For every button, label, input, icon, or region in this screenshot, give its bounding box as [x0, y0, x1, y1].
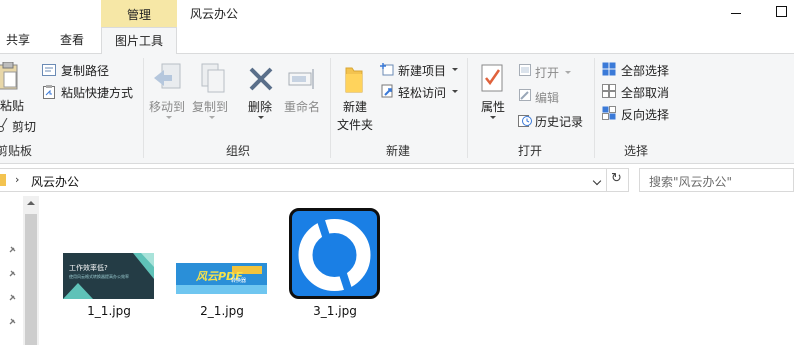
copy-to-button[interactable]: 复制到: [192, 98, 228, 115]
thumbnail-text: 工作效率低?: [69, 264, 108, 272]
tab-share[interactable]: 共享: [0, 27, 36, 54]
rename-icon: [288, 68, 318, 90]
move-to-button[interactable]: 移动到: [149, 98, 185, 115]
copy-path-button[interactable]: 复制路径: [61, 62, 109, 79]
edit-button[interactable]: 编辑: [535, 89, 559, 106]
clipboard-group-label: 剪贴板: [0, 144, 32, 158]
scissors-icon: [0, 117, 8, 132]
pin-icon[interactable]: [8, 270, 16, 278]
ribbon: 粘贴 复制路径 粘贴快捷方式 剪切 剪贴板 移动到 复制到 删除 重命名 组织 …: [0, 54, 794, 164]
folder-icon: [0, 174, 6, 186]
context-tab-group: 管理: [101, 0, 177, 27]
select-all-button[interactable]: 全部选择: [621, 62, 669, 79]
organize-group-label: 组织: [225, 144, 250, 158]
open-icon: [519, 64, 531, 76]
paste-button[interactable]: 粘贴: [0, 97, 24, 114]
new-item-button[interactable]: 新建项目: [398, 62, 446, 79]
new-folder-button-line1[interactable]: 新建: [343, 98, 367, 115]
paste-icon: [0, 61, 20, 92]
refresh-icon: ↻: [611, 171, 622, 186]
invert-selection-button[interactable]: 反向选择: [621, 106, 669, 123]
file-thumbnail-2[interactable]: 风云PDF 转换器: [176, 263, 267, 294]
easy-access-button[interactable]: 轻松访问: [398, 84, 446, 101]
chevron-down-icon: [452, 90, 458, 93]
tab-view[interactable]: 查看: [52, 27, 92, 54]
nav-scrollbar[interactable]: [23, 196, 39, 345]
chevron-down-icon: [258, 116, 264, 119]
thumbnail-text: 转换器: [231, 278, 247, 284]
ribbon-tab-row: 共享 查看 图片工具: [0, 27, 794, 55]
pin-icon[interactable]: [8, 318, 16, 326]
context-group-label: 管理: [126, 8, 151, 22]
search-input[interactable]: 搜索"风云办公": [639, 168, 794, 192]
chevron-down-icon: [166, 116, 172, 119]
chevron-down-icon: [452, 68, 458, 71]
new-folder-button-line2[interactable]: 文件夹: [337, 116, 373, 133]
copy-to-icon: [198, 62, 230, 96]
open-group-label: 打开: [517, 144, 542, 158]
open-button[interactable]: 打开: [535, 64, 559, 81]
paste-shortcut-button[interactable]: 粘贴快捷方式: [61, 84, 133, 101]
chevron-down-icon: [490, 116, 496, 119]
move-to-icon: [152, 62, 184, 96]
file-name[interactable]: 2_1.jpg: [174, 304, 270, 318]
chevron-down-icon: [209, 116, 215, 119]
scroll-up-icon[interactable]: [27, 201, 35, 205]
minimize-button[interactable]: [730, 5, 744, 19]
new-group-label: 新建: [385, 144, 410, 158]
maximize-button[interactable]: [776, 6, 787, 17]
history-icon: [518, 113, 532, 127]
pin-icon[interactable]: [8, 294, 16, 302]
delete-icon: [248, 66, 274, 92]
delete-button[interactable]: 删除: [248, 98, 272, 115]
refresh-button[interactable]: ↻: [607, 168, 629, 192]
paste-shortcut-icon: [43, 85, 55, 99]
cut-button[interactable]: 剪切: [12, 118, 36, 135]
file-thumbnail-3[interactable]: [289, 208, 380, 299]
tab-picture-tools[interactable]: 图片工具: [101, 27, 177, 55]
title-bar: 管理 风云办公: [0, 0, 794, 30]
pin-icon[interactable]: [8, 246, 16, 254]
file-name[interactable]: 1_1.jpg: [61, 304, 157, 318]
new-folder-icon: [345, 64, 363, 94]
select-none-icon: [602, 84, 616, 98]
window-title: 风云办公: [190, 7, 239, 21]
separator: [143, 58, 144, 158]
select-all-icon: [602, 62, 616, 76]
file-name[interactable]: 3_1.jpg: [287, 304, 383, 318]
navigation-pane: [0, 196, 23, 345]
edit-icon: [519, 89, 531, 101]
select-none-button[interactable]: 全部取消: [621, 84, 669, 101]
separator: [467, 58, 468, 158]
address-bar[interactable]: › 风云办公: [0, 168, 607, 192]
chevron-down-icon: [565, 71, 571, 74]
separator: [330, 58, 331, 158]
chevron-right-icon[interactable]: ›: [15, 173, 19, 186]
search-placeholder: 搜索"风云办公": [649, 175, 733, 189]
rename-button[interactable]: 重命名: [284, 98, 320, 115]
copy-path-icon: [42, 64, 56, 76]
file-thumbnail-1[interactable]: 工作效率低? 使用风云格式转换器提高办公效率: [63, 253, 154, 299]
chevron-down-icon[interactable]: [592, 176, 602, 186]
invert-selection-icon: [602, 106, 616, 120]
thumbnail-text: 使用风云格式转换器提高办公效率: [69, 274, 129, 279]
history-button[interactable]: 历史记录: [535, 113, 583, 130]
easy-access-icon: [381, 84, 395, 98]
properties-icon: [481, 64, 505, 92]
select-group-label: 选择: [623, 144, 648, 158]
address-bar-row: › 风云办公 ↻ 搜索"风云办公": [0, 165, 794, 195]
new-item-icon: [380, 62, 394, 76]
separator: [594, 58, 595, 158]
properties-button[interactable]: 属性: [481, 98, 505, 115]
breadcrumb[interactable]: 风云办公: [31, 173, 79, 190]
scroll-thumb[interactable]: [25, 214, 37, 345]
